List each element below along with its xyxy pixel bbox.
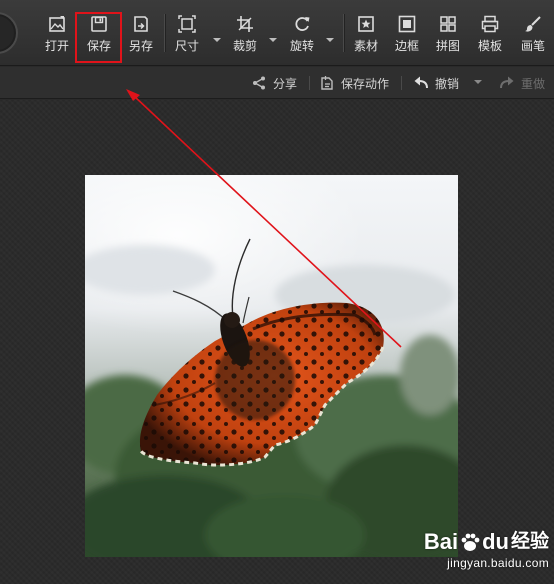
save-as-button[interactable]: 另存 [127, 6, 155, 62]
brush-icon [525, 16, 541, 32]
baidu-jingyan-watermark: Bai du 经验 jingyan.baidu.com [423, 530, 549, 578]
material-label: 素材 [353, 39, 378, 53]
toolbar-divider [343, 14, 344, 52]
resize-label: 尺寸 [174, 39, 199, 53]
redo-icon [500, 76, 514, 89]
watermark-brand-a: Bai [423, 529, 459, 554]
watermark-product: 经验 [510, 531, 549, 552]
brush-label: 画笔 [520, 39, 545, 53]
app-menu-button[interactable] [0, 12, 18, 54]
chevron-down-icon [269, 38, 277, 42]
template-label: 模板 [477, 39, 502, 53]
toolbar-divider [164, 14, 165, 52]
resize-button[interactable]: 尺寸 [173, 6, 201, 62]
redo-label: 重做 [521, 76, 546, 91]
undo-icon [414, 76, 428, 89]
collage-label: 拼图 [435, 39, 460, 53]
template-button[interactable]: 模板 [476, 6, 504, 62]
crop-label: 裁剪 [232, 39, 257, 53]
collage-button[interactable]: 拼图 [434, 6, 462, 62]
action-bar: 分享 保存动作 撤销 重做 [0, 67, 554, 99]
watermark-url: jingyan.baidu.com [447, 556, 549, 570]
resize-dropdown[interactable] [212, 6, 222, 62]
collage-icon [440, 16, 456, 32]
crop-icon [237, 16, 253, 32]
rotate-dropdown[interactable] [325, 6, 335, 62]
material-button[interactable]: 素材 [352, 6, 380, 62]
save-highlight-box [75, 12, 122, 63]
material-icon [358, 16, 374, 32]
save-as-icon [134, 16, 148, 32]
rotate-icon [295, 17, 310, 31]
paw-logo-icon [461, 533, 480, 551]
open-icon [49, 16, 65, 32]
main-toolbar: 打开 保存 另存 尺寸 裁剪 旋转 素材 边框 拼图 模板 画笔 [0, 0, 554, 66]
undo-button[interactable]: 撤销 [413, 67, 459, 99]
action-bar-divider [309, 76, 310, 90]
save-as-label: 另存 [128, 39, 153, 53]
rotate-label: 旋转 [289, 39, 314, 53]
chevron-down-icon [474, 80, 482, 84]
open-label: 打开 [44, 39, 69, 53]
redo-button[interactable]: 重做 [499, 67, 545, 99]
share-icon [253, 76, 265, 90]
save-action-button[interactable]: 保存动作 [319, 67, 389, 99]
open-button[interactable]: 打开 [43, 6, 71, 62]
chevron-down-icon [326, 38, 334, 42]
watermark-brand-b: du [482, 529, 509, 554]
border-icon [398, 15, 416, 33]
resize-icon [178, 15, 196, 33]
undo-label: 撤销 [435, 76, 460, 91]
crop-dropdown[interactable] [268, 6, 278, 62]
save-action-icon [321, 76, 333, 90]
chevron-down-icon [213, 38, 221, 42]
share-button[interactable]: 分享 [251, 67, 297, 99]
template-icon [481, 15, 499, 33]
rotate-button[interactable]: 旋转 [288, 6, 316, 62]
brush-button[interactable]: 画笔 [519, 6, 547, 62]
save-action-label: 保存动作 [341, 76, 390, 91]
border-button[interactable]: 边框 [393, 6, 421, 62]
crop-button[interactable]: 裁剪 [231, 6, 259, 62]
butterfly-photo[interactable] [85, 175, 458, 557]
border-label: 边框 [394, 39, 419, 53]
share-label: 分享 [273, 76, 298, 91]
action-bar-divider [401, 76, 402, 90]
